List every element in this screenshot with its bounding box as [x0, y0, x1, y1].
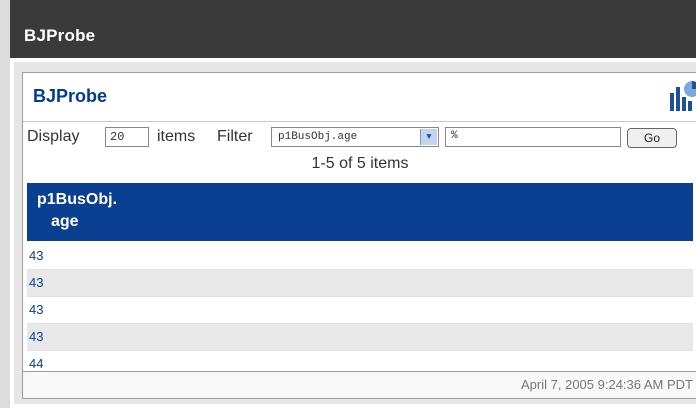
panel-title: BJProbe: [33, 86, 108, 106]
filter-label: Filter: [217, 128, 253, 145]
chevron-down-icon[interactable]: ▼: [420, 129, 437, 145]
footer-bar: April 7, 2005 9:24:36 AM PDT: [23, 371, 696, 398]
display-count-input[interactable]: 20: [105, 127, 149, 147]
filter-value-input[interactable]: %: [445, 127, 621, 147]
probe-panel: BJProbe Display 20 items Filter p1BusObj…: [22, 72, 696, 399]
chart-icon[interactable]: [668, 79, 696, 113]
display-label: Display: [27, 128, 80, 145]
display-filter-bar: Display 20 items Filter p1BusObj.age ▼ %…: [23, 121, 696, 152]
column-header-line2: age: [51, 213, 79, 230]
window-title: BJProbe: [24, 26, 96, 45]
column-header-line1: p1BusObj.: [37, 191, 118, 208]
filter-field-value: p1BusObj.age: [278, 131, 358, 143]
pagination-status: 1-5 of 5 items: [311, 155, 409, 172]
items-label: items: [157, 128, 196, 145]
filter-field-select[interactable]: p1BusObj.age ▼: [271, 127, 439, 147]
timestamp: April 7, 2005 9:24:36 AM PDT: [521, 377, 693, 392]
table-row[interactable]: 43: [27, 297, 693, 324]
data-rows: 43 43 43 43 44: [27, 243, 693, 378]
table-row[interactable]: 43: [27, 324, 693, 351]
table-row[interactable]: 43: [27, 270, 693, 297]
table-row[interactable]: 43: [27, 243, 693, 270]
column-header-age[interactable]: p1BusObj. age: [27, 183, 693, 241]
window-title-bar: BJProbe: [10, 0, 696, 58]
left-border: [0, 0, 10, 408]
go-button[interactable]: Go: [627, 128, 677, 148]
